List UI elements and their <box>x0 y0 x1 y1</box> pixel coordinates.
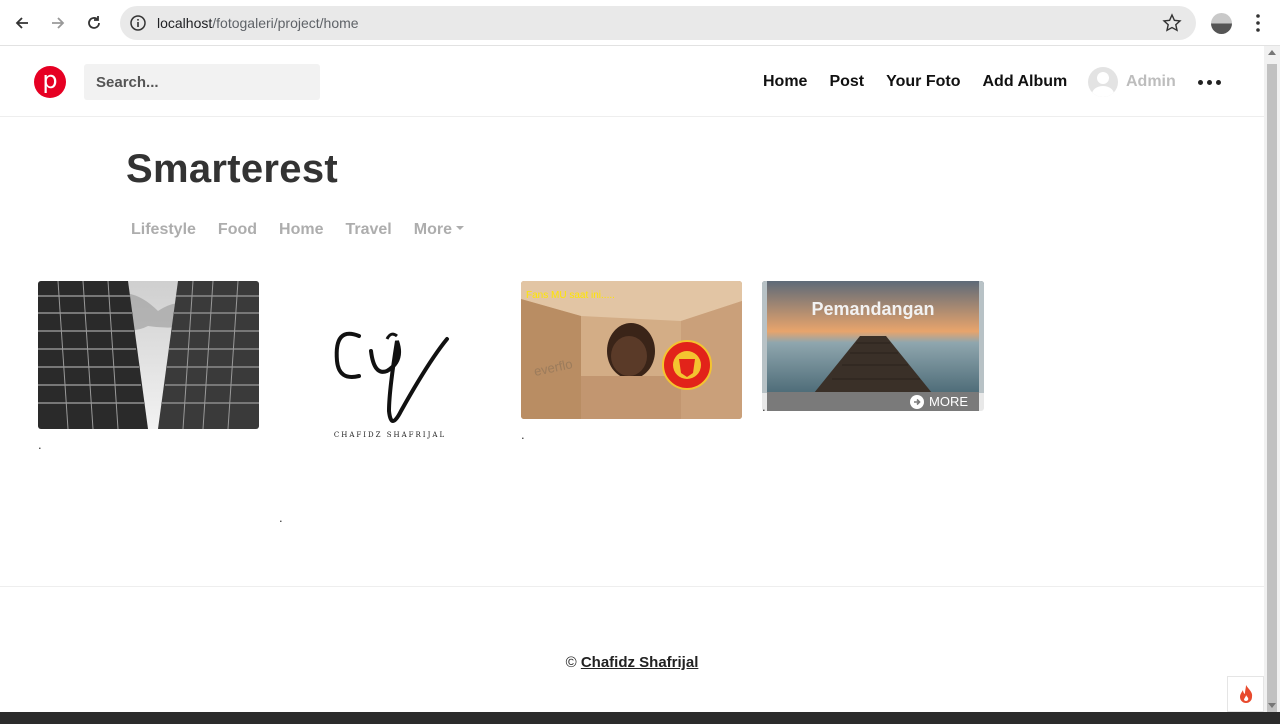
browser-toolbar: localhost/fotogaleri/project/home <box>0 0 1280 46</box>
meme-overlay-text: Fans MU saat ini..... <box>526 290 615 301</box>
nav-your-foto[interactable]: Your Foto <box>886 72 960 92</box>
photo-card-buildings[interactable] <box>38 281 259 429</box>
back-icon[interactable] <box>10 11 34 35</box>
nav-add-album[interactable]: Add Album <box>982 72 1067 92</box>
nav-post[interactable]: Post <box>829 72 864 92</box>
signature-name: CHAFIDZ SHAFRIJAL <box>333 431 447 439</box>
more-label: MORE <box>929 394 968 409</box>
site-header: p Home Post Your Foto Add Album Admin <box>0 47 1264 117</box>
search-input[interactable] <box>84 64 320 100</box>
more-options-icon[interactable] <box>1198 80 1221 85</box>
user-menu[interactable]: Admin <box>1088 67 1176 97</box>
arrow-circle-right-icon <box>910 394 924 409</box>
url-text[interactable]: localhost/fotogaleri/project/home <box>157 14 359 32</box>
photo-card-box-meme[interactable]: everflo Fans MU saat ini..... <box>521 281 742 419</box>
category-home[interactable]: Home <box>279 221 323 239</box>
category-food[interactable]: Food <box>218 221 257 239</box>
footer: © Chafidz Shafrijal <box>0 654 1264 671</box>
album-more-bar[interactable]: MORE <box>767 392 979 411</box>
user-avatar-icon <box>1088 67 1118 97</box>
caption-text: . <box>762 399 766 414</box>
category-more-label: More <box>413 221 452 238</box>
footer-author-link[interactable]: Chafidz Shafrijal <box>581 654 699 671</box>
page-scrollbar[interactable] <box>1264 46 1280 714</box>
buildings-photo <box>38 281 259 429</box>
pier-photo <box>762 281 984 393</box>
category-lifestyle[interactable]: Lifestyle <box>131 221 196 239</box>
album-title: Pemandangan <box>811 299 935 319</box>
bookmark-star-icon[interactable] <box>1162 13 1182 33</box>
copyright-symbol: © <box>565 654 577 671</box>
category-travel[interactable]: Travel <box>345 221 391 239</box>
reload-icon[interactable] <box>82 11 106 35</box>
scroll-up-icon[interactable] <box>1268 50 1276 55</box>
forward-icon[interactable] <box>46 11 70 35</box>
browser-menu-icon[interactable] <box>1248 12 1268 34</box>
user-name: Admin <box>1126 73 1176 90</box>
pinterest-logo[interactable]: p <box>34 66 66 98</box>
category-nav: Lifestyle Food Home Travel More <box>131 221 486 239</box>
scroll-thumb[interactable] <box>1267 64 1277 714</box>
site-info-icon[interactable] <box>129 14 147 32</box>
nav-home[interactable]: Home <box>763 72 807 92</box>
footer-divider <box>0 586 1264 587</box>
album-card-pemandangan[interactable]: MORE Pemandangan <box>762 281 984 411</box>
caret-down-icon <box>455 225 464 230</box>
photo-card-signature[interactable]: CHAFIDZ SHAFRIJAL <box>279 281 501 451</box>
caption-text: . <box>521 427 525 442</box>
box-meme-photo: everflo <box>521 281 742 419</box>
page-title: Smarterest <box>126 147 339 191</box>
browser-profile-avatar[interactable] <box>1211 13 1232 34</box>
address-bar[interactable]: localhost/fotogaleri/project/home <box>120 6 1196 40</box>
scroll-down-icon[interactable] <box>1268 703 1276 708</box>
flame-icon[interactable] <box>1227 676 1264 712</box>
caption-text: . <box>38 437 42 452</box>
main-nav: Home Post Your Foto Add Album <box>763 72 1089 92</box>
signature-logo <box>334 331 449 423</box>
logo-letter: p <box>42 66 58 94</box>
caption-text: . <box>279 510 283 525</box>
category-more-dropdown[interactable]: More <box>414 221 464 239</box>
os-taskbar <box>0 712 1280 724</box>
